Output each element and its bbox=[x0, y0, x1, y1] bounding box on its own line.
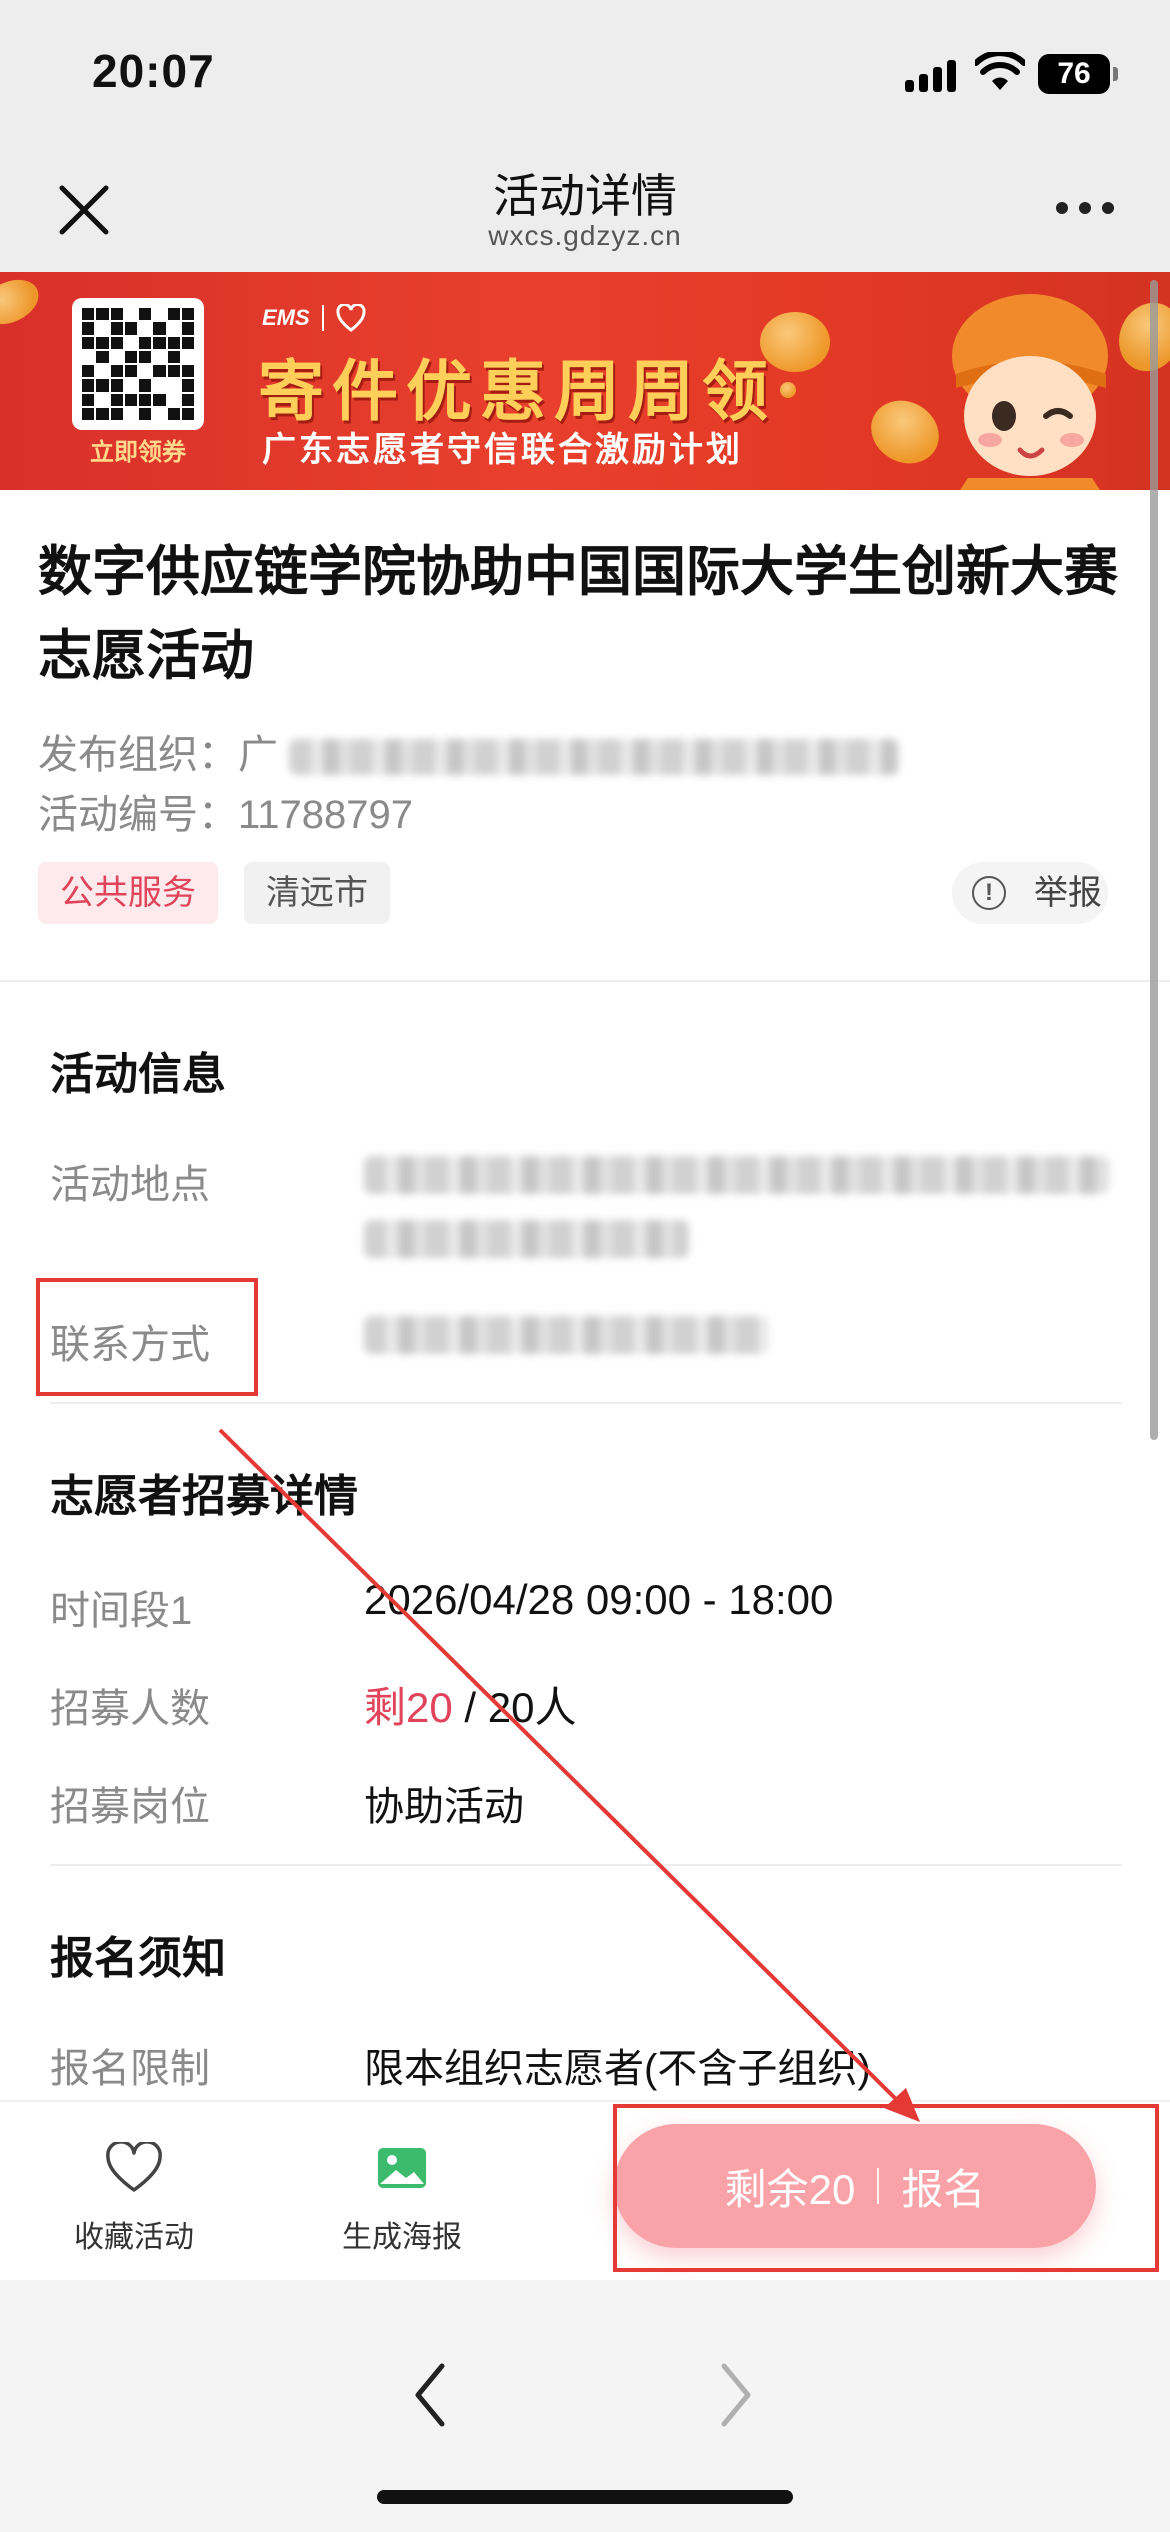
promo-banner[interactable]: 立即领券 EMS 寄件优惠周周领 广东志愿者守信联合激励计划 bbox=[0, 272, 1170, 490]
section-title-recruit: 志愿者招募详情 bbox=[50, 1472, 358, 1521]
signup-limit-label: 报名限制 bbox=[50, 2047, 210, 2091]
publisher-value[interactable]: 广 bbox=[238, 733, 278, 777]
ems-logo: EMS bbox=[262, 305, 310, 330]
cellular-signal-icon bbox=[905, 58, 957, 92]
divider bbox=[50, 1402, 1122, 1404]
qr-label: 立即领券 bbox=[90, 439, 186, 466]
poster-button[interactable]: 生成海报 bbox=[312, 2142, 492, 2256]
divider bbox=[50, 1864, 1122, 1866]
signup-limit-value: 限本组织志愿者(不含子组织) bbox=[364, 2047, 871, 2091]
wifi-icon bbox=[975, 52, 1025, 90]
location-label: 活动地点 bbox=[50, 1163, 210, 1207]
section-title-notice: 报名须知 bbox=[50, 1934, 226, 1983]
qr-code-icon[interactable] bbox=[72, 298, 204, 430]
location-value[interactable] bbox=[364, 1156, 1109, 1258]
mascot-illustration bbox=[952, 294, 1108, 490]
nav-bar: 活动详情 wxcs.gdzyz.cn bbox=[0, 140, 1170, 272]
section-title-activity-info: 活动信息 bbox=[50, 1050, 226, 1099]
page-domain: wxcs.gdzyz.cn bbox=[488, 220, 682, 251]
publisher-row: 发布组织：广 bbox=[38, 722, 900, 780]
tag-category[interactable]: 公共服务 bbox=[38, 862, 218, 924]
home-indicator[interactable] bbox=[377, 2490, 793, 2504]
annotation-box-signup bbox=[613, 2104, 1159, 2272]
heart-logo-icon bbox=[336, 304, 366, 332]
recruit-count-value: 剩20 / 20人 bbox=[364, 1674, 576, 1735]
recruit-role-label: 招募岗位 bbox=[50, 1785, 210, 1829]
report-label: 举报 bbox=[1034, 874, 1102, 912]
activity-id-label: 活动编号： bbox=[38, 793, 238, 837]
activity-id-value: 11788797 bbox=[238, 793, 413, 837]
activity-title: 数字供应链学院协助中国国际大学生创新大赛志愿活动 bbox=[38, 542, 1118, 686]
status-bar: 20:07 76 bbox=[0, 0, 1170, 140]
more-options-icon[interactable] bbox=[1050, 196, 1120, 220]
annotation-box-contact bbox=[36, 1278, 258, 1396]
brand-logos: EMS bbox=[262, 298, 366, 338]
divider bbox=[0, 980, 1170, 982]
recruit-role-value: 协助活动 bbox=[364, 1785, 524, 1829]
tag-city[interactable]: 清远市 bbox=[244, 862, 390, 924]
blurred-publisher bbox=[289, 739, 900, 776]
favorite-label: 收藏活动 bbox=[74, 2221, 194, 2254]
banner-headline: 寄件优惠周周领 bbox=[258, 354, 776, 428]
exclamation-circle-icon: ! bbox=[972, 876, 1006, 910]
favorite-button[interactable]: 收藏活动 bbox=[44, 2140, 224, 2256]
screen: 20:07 76 活动详情 wxcs.gdzyz.cn 立即领券 EMS 寄件优… bbox=[0, 0, 1170, 2532]
report-button[interactable]: ! 举报 bbox=[952, 862, 1108, 924]
scrollbar[interactable] bbox=[1150, 280, 1158, 1440]
banner-subline: 广东志愿者守信联合激励计划 bbox=[262, 431, 743, 469]
total-count: / 20人 bbox=[452, 1684, 577, 1731]
activity-id-row: 活动编号：11788797 bbox=[38, 782, 413, 840]
time-slot-label: 时间段1 bbox=[50, 1589, 193, 1633]
page-title: 活动详情 bbox=[493, 170, 677, 222]
publisher-label: 发布组织： bbox=[38, 733, 238, 777]
contact-value[interactable] bbox=[364, 1316, 769, 1354]
image-icon bbox=[378, 2148, 426, 2188]
battery-icon: 76 bbox=[1038, 54, 1118, 94]
back-arrow-icon[interactable] bbox=[410, 2360, 450, 2430]
forward-arrow-icon[interactable] bbox=[716, 2360, 756, 2430]
status-time: 20:07 bbox=[92, 45, 215, 97]
recruit-count-label: 招募人数 bbox=[50, 1687, 210, 1731]
time-slot-value: 2026/04/28 09:00 - 18:00 bbox=[364, 1576, 834, 1623]
heart-icon bbox=[106, 2140, 162, 2192]
poster-label: 生成海报 bbox=[342, 2221, 462, 2254]
remaining-count: 剩20 bbox=[364, 1684, 453, 1731]
browser-nav-bar bbox=[0, 2280, 1170, 2532]
